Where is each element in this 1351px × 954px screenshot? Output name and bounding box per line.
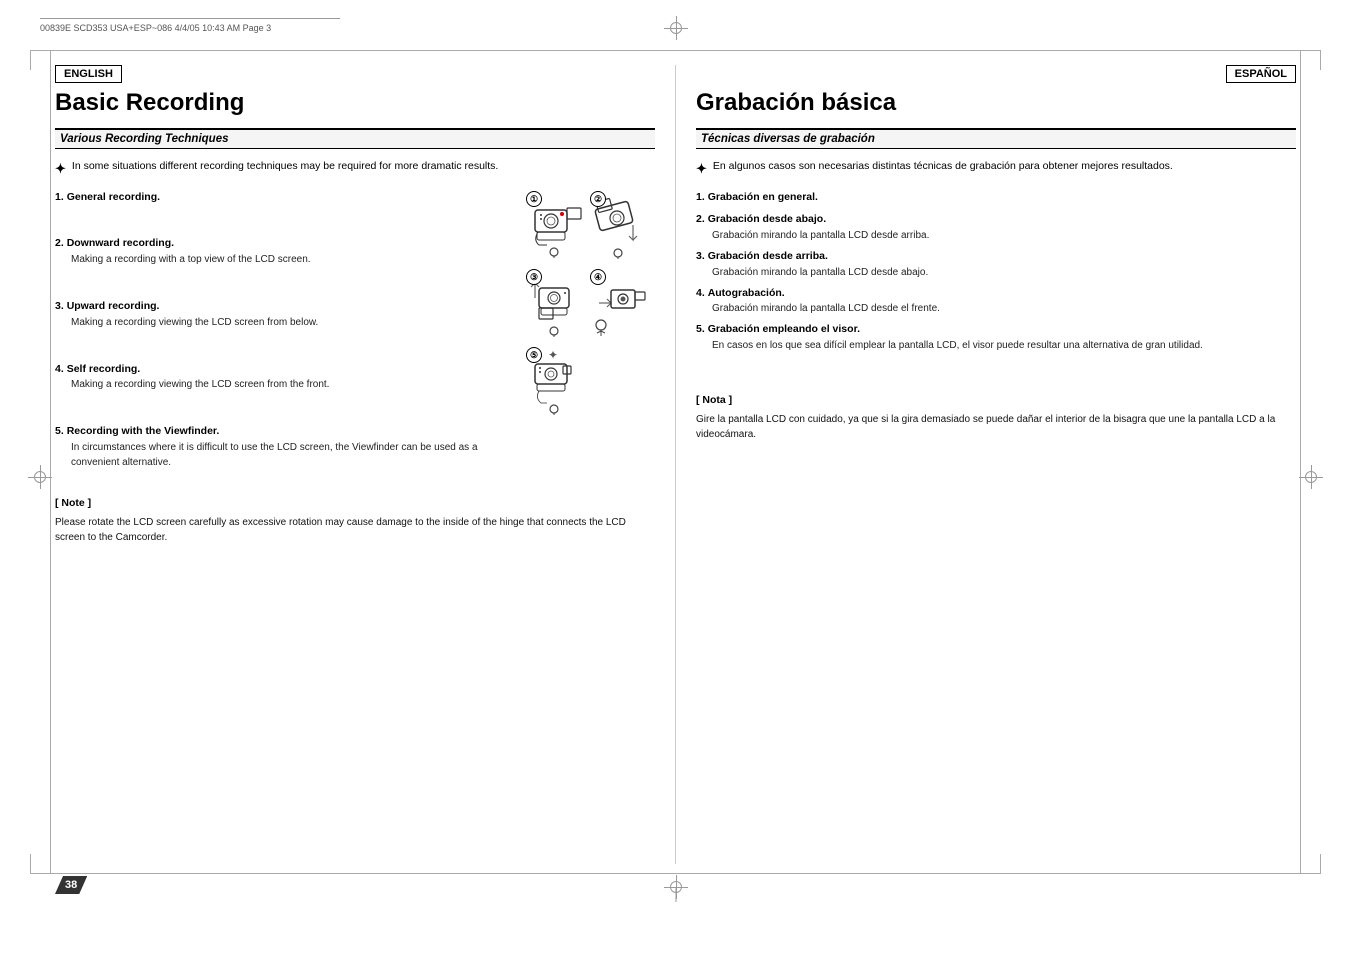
sp-item-4-label: Autograbación.: [708, 287, 785, 299]
main-content: ENGLISH Basic Recording Various Recordin…: [55, 65, 1296, 864]
crosshair-right: [1299, 465, 1323, 489]
spanish-subtitle: Técnicas diversas de grabación: [696, 128, 1296, 149]
spanish-note-title: [ Nota ]: [696, 393, 1296, 409]
bullet-cross-en: ✦: [55, 159, 66, 179]
sp-item-5-num: 5.: [696, 323, 705, 335]
spanish-item-5: 5. Grabación empleando el visor. En caso…: [696, 322, 1296, 353]
bottom-center-mark: [675, 887, 676, 902]
sp-item-3-num: 3.: [696, 250, 705, 262]
spanish-badge: ESPAÑOL: [1226, 65, 1296, 83]
sp-item-3-label: Grabación desde arriba.: [708, 250, 828, 262]
item-5-desc: In circumstances where it is difficult t…: [55, 440, 515, 470]
svg-text:✦: ✦: [548, 348, 558, 362]
sp-item-2-label: Grabación desde abajo.: [708, 213, 826, 225]
page-number: 38: [55, 876, 87, 894]
spanish-numbered-list: 1. Grabación en general. 2. Grabación de…: [696, 190, 1296, 353]
spanish-intro: ✦ En algunos casos son necesarias distin…: [696, 159, 1296, 179]
corner-mark-tl: [30, 50, 50, 70]
crosshair-left: [28, 465, 52, 489]
item-1-label: General recording.: [67, 191, 160, 203]
sp-item-4-desc: Grabación mirando la pantalla LCD desde …: [696, 301, 1296, 316]
item-3-title: 3.: [55, 300, 64, 312]
item-2-desc: Making a recording with a top view of th…: [55, 252, 515, 267]
spanish-item-3: 3. Grabación desde arriba. Grabación mir…: [696, 249, 1296, 280]
header-ref: 00839E SCD353 USA+ESP~086 4/4/05 10:43 A…: [40, 18, 340, 33]
crosshair-top: [664, 16, 688, 40]
spanish-item-4: 4. Autograbación. Grabación mirando la p…: [696, 286, 1296, 317]
sp-item-4-num: 4.: [696, 287, 705, 299]
corner-mark-tr: [1301, 50, 1321, 70]
sp-item-5-label: Grabación empleando el visor.: [708, 323, 860, 335]
english-item-5: 5. Recording with the Viewfinder. In cir…: [55, 424, 515, 470]
english-images: ①: [525, 190, 655, 484]
right-border: [1300, 50, 1301, 874]
sp-item-1-num: 1.: [696, 191, 705, 203]
english-intro-text: In some situations different recording t…: [72, 159, 498, 179]
item-4-desc: Making a recording viewing the LCD scree…: [55, 377, 515, 392]
spanish-item-1: 1. Grabación en general.: [696, 190, 1296, 206]
english-item-1: 1. General recording.: [55, 190, 515, 206]
item-5-label: Recording with the Viewfinder.: [67, 425, 220, 437]
spanish-title: Grabación básica: [696, 89, 1296, 118]
item-5-title: 5.: [55, 425, 64, 437]
english-content-area: 1. General recording. 2. Downward record…: [55, 190, 655, 484]
spanish-intro-text: En algunos casos son necesarias distinta…: [713, 159, 1173, 179]
item-3-desc: Making a recording viewing the LCD scree…: [55, 315, 515, 330]
spanish-item-2: 2. Grabación desde abajo. Grabación mira…: [696, 212, 1296, 243]
image-3-wrapper: ③: [525, 268, 583, 338]
image-4-wrapper: ④: [589, 268, 647, 338]
item-4-title: 4.: [55, 363, 64, 375]
item-1-title: 1.: [55, 191, 64, 203]
item-3-label: Upward recording.: [67, 300, 160, 312]
sp-item-2-desc: Grabación mirando la pantalla LCD desde …: [696, 228, 1296, 243]
corner-mark-bl: [30, 854, 50, 874]
item-2-title: 2.: [55, 237, 64, 249]
english-column: ENGLISH Basic Recording Various Recordin…: [55, 65, 676, 864]
english-badge: ENGLISH: [55, 65, 122, 83]
item-4-label: Self recording.: [67, 363, 141, 375]
image-5-wrapper: ⑤ ✦: [525, 346, 583, 416]
sp-item-3-desc: Grabación mirando la pantalla LCD desde …: [696, 265, 1296, 280]
images-row-3-4: ③: [525, 268, 655, 338]
english-item-3: 3. Upward recording. Making a recording …: [55, 299, 515, 330]
english-intro: ✦ In some situations different recording…: [55, 159, 655, 179]
spanish-badge-wrapper: ESPAÑOL: [696, 65, 1296, 89]
left-border: [50, 50, 51, 874]
image-2-wrapper: ②: [589, 190, 647, 260]
english-item-4: 4. Self recording. Making a recording vi…: [55, 362, 515, 393]
english-subtitle: Various Recording Techniques: [55, 128, 655, 149]
english-note: [ Note ] Please rotate the LCD screen ca…: [55, 496, 655, 545]
english-numbered-list: 1. General recording. 2. Downward record…: [55, 190, 515, 476]
english-note-title: [ Note ]: [55, 496, 655, 512]
bullet-cross-es: ✦: [696, 159, 707, 179]
images-row-1-2: ①: [525, 190, 655, 260]
item-2-label: Downward recording.: [67, 237, 174, 249]
image-1-wrapper: ①: [525, 190, 583, 260]
corner-mark-br: [1301, 854, 1321, 874]
sp-item-2-num: 2.: [696, 213, 705, 225]
spanish-column: ESPAÑOL Grabación básica Técnicas divers…: [676, 65, 1296, 864]
sp-item-1-label: Grabación en general.: [708, 191, 818, 203]
sp-item-5-desc: En casos en los que sea difícil emplear …: [696, 338, 1296, 353]
english-item-2: 2. Downward recording. Making a recordin…: [55, 236, 515, 267]
page-number-badge: 38: [55, 876, 87, 894]
english-note-text: Please rotate the LCD screen carefully a…: [55, 515, 655, 545]
top-border: [50, 50, 1301, 51]
spanish-note-text: Gire la pantalla LCD con cuidado, ya que…: [696, 412, 1296, 442]
spanish-note: [ Nota ] Gire la pantalla LCD con cuidad…: [696, 393, 1296, 442]
english-title: Basic Recording: [55, 89, 655, 118]
images-row-5: ⑤ ✦: [525, 346, 655, 416]
bottom-border: [50, 873, 1301, 874]
